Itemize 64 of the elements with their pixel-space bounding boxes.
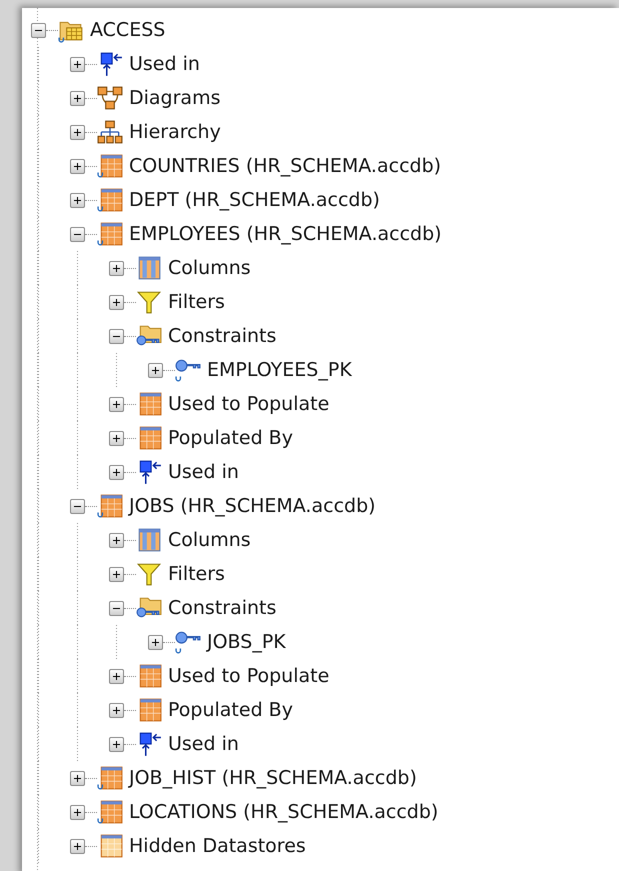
expand-toggle[interactable] bbox=[70, 124, 85, 140]
tree-item-label[interactable]: Hierarchy bbox=[129, 121, 221, 143]
expand-toggle[interactable] bbox=[109, 702, 124, 718]
expand-toggle[interactable] bbox=[109, 430, 124, 446]
table-icon bbox=[97, 221, 123, 247]
tree-item-label[interactable]: Constraints bbox=[168, 597, 276, 619]
expand-toggle[interactable] bbox=[109, 532, 124, 548]
expand-toggle[interactable] bbox=[70, 498, 85, 514]
funnel-icon bbox=[136, 561, 162, 587]
tree-item-label[interactable]: COUNTRIES (HR_SCHEMA.accdb) bbox=[129, 155, 442, 177]
tree-item-label[interactable]: EMPLOYEES (HR_SCHEMA.accdb) bbox=[129, 223, 442, 245]
expand-toggle[interactable] bbox=[70, 770, 85, 786]
tree-item-label[interactable]: Used in bbox=[168, 733, 239, 755]
tree-item-label[interactable]: Filters bbox=[168, 291, 225, 313]
tree-item-label[interactable]: Diagrams bbox=[129, 87, 220, 109]
tree-item-label[interactable]: Populated By bbox=[168, 427, 293, 449]
tree-item-label[interactable]: LOCATIONS (HR_SCHEMA.accdb) bbox=[129, 801, 438, 823]
key-icon bbox=[175, 357, 201, 383]
tree-item-label[interactable]: Populated By bbox=[168, 699, 293, 721]
columns-icon bbox=[136, 527, 162, 553]
diagram-icon bbox=[97, 85, 123, 111]
tree-item-label[interactable]: Used to Populate bbox=[168, 665, 330, 687]
tree-item-label[interactable]: Used in bbox=[168, 461, 239, 483]
expand-toggle[interactable] bbox=[109, 736, 124, 752]
expand-toggle[interactable] bbox=[70, 192, 85, 208]
tree-item-label[interactable]: JOBS_PK bbox=[207, 631, 286, 653]
table-icon bbox=[97, 493, 123, 519]
expand-toggle[interactable] bbox=[31, 22, 46, 38]
expand-toggle[interactable] bbox=[109, 600, 124, 616]
expand-toggle[interactable] bbox=[70, 90, 85, 106]
expand-toggle[interactable] bbox=[148, 634, 163, 650]
expand-toggle[interactable] bbox=[70, 158, 85, 174]
tree-item-label[interactable]: Used to Populate bbox=[168, 393, 330, 415]
tree-item-label[interactable]: Columns bbox=[168, 257, 251, 279]
expand-toggle[interactable] bbox=[70, 226, 85, 242]
expand-toggle[interactable] bbox=[70, 804, 85, 820]
expand-toggle[interactable] bbox=[109, 396, 124, 412]
expand-toggle[interactable] bbox=[70, 838, 85, 854]
tree-item-label[interactable]: Columns bbox=[168, 529, 251, 551]
key-icon bbox=[175, 629, 201, 655]
hierarchy-icon bbox=[97, 119, 123, 145]
tree-item-label[interactable]: ACCESS bbox=[90, 19, 166, 41]
expand-toggle[interactable] bbox=[148, 362, 163, 378]
tree-item-label[interactable]: JOB_HIST (HR_SCHEMA.accdb) bbox=[129, 767, 417, 789]
table-icon bbox=[97, 187, 123, 213]
columns-icon bbox=[136, 255, 162, 281]
tree-item-label[interactable]: Used in bbox=[129, 53, 200, 75]
expand-toggle[interactable] bbox=[109, 328, 124, 344]
expand-toggle[interactable] bbox=[109, 464, 124, 480]
tree-item-label[interactable]: Constraints bbox=[168, 325, 276, 347]
tree-item-label[interactable]: EMPLOYEES_PK bbox=[207, 359, 352, 381]
table-icon bbox=[97, 765, 123, 791]
funnel-icon bbox=[136, 289, 162, 315]
tree-item-label[interactable]: DEPT (HR_SCHEMA.accdb) bbox=[129, 189, 380, 211]
table-icon bbox=[97, 153, 123, 179]
tree-item-label[interactable]: JOBS (HR_SCHEMA.accdb) bbox=[129, 495, 376, 517]
expand-toggle[interactable] bbox=[109, 260, 124, 276]
expand-toggle[interactable] bbox=[109, 294, 124, 310]
table-icon bbox=[97, 799, 123, 825]
tree-item-label[interactable]: Filters bbox=[168, 563, 225, 585]
expand-toggle[interactable] bbox=[70, 56, 85, 72]
expand-toggle[interactable] bbox=[109, 566, 124, 582]
tree-item-label[interactable]: Hidden Datastores bbox=[129, 835, 306, 857]
expand-toggle[interactable] bbox=[109, 668, 124, 684]
